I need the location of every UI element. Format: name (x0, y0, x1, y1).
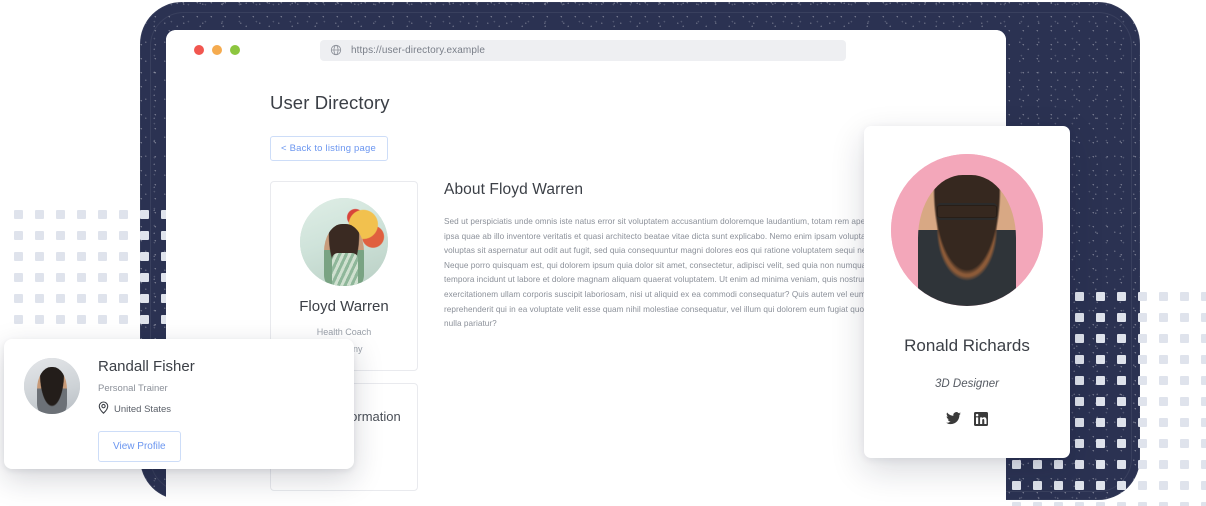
profile-role: 3D Designer (935, 378, 999, 390)
floating-profile-card-ronald[interactable]: Ronald Richards 3D Designer (864, 126, 1070, 458)
profile-name: Floyd Warren (299, 298, 389, 315)
avatar (300, 198, 388, 286)
floating-profile-card-randall[interactable]: Randall Fisher Personal Trainer United S… (4, 339, 354, 469)
view-profile-button[interactable]: View Profile (98, 431, 181, 462)
address-bar-url: https://user-directory.example (351, 44, 485, 56)
about-section: About Floyd Warren Sed ut perspiciatis u… (444, 181, 924, 491)
about-body: Sed ut perspiciatis unde omnis iste natu… (444, 217, 912, 329)
screenshot-root: https://user-directory.example User Dire… (0, 0, 1206, 506)
avatar (891, 154, 1043, 306)
minimize-window-button[interactable] (212, 45, 222, 55)
avatar (24, 358, 80, 414)
map-pin-icon (98, 401, 109, 417)
twitter-icon[interactable] (946, 412, 961, 426)
globe-icon (330, 44, 342, 56)
back-to-listing-button[interactable]: < Back to listing page (270, 136, 388, 161)
profile-location-label: United States (114, 403, 172, 415)
about-heading: About Floyd Warren (444, 181, 584, 198)
browser-toolbar: https://user-directory.example (166, 30, 1006, 70)
close-window-button[interactable] (194, 45, 204, 55)
profile-location: United States (98, 401, 195, 417)
profile-role: Health Coach (316, 327, 372, 337)
profile-name: Ronald Richards (904, 336, 1030, 355)
profile-name: Randall Fisher (98, 358, 195, 375)
profile-role: Personal Trainer (98, 383, 168, 394)
address-bar[interactable]: https://user-directory.example (320, 39, 846, 61)
page-title: User Directory (270, 92, 390, 113)
social-links (884, 412, 1050, 426)
window-controls[interactable] (194, 45, 240, 55)
maximize-window-button[interactable] (230, 45, 240, 55)
floating-card-body: Randall Fisher Personal Trainer United S… (98, 358, 195, 462)
linkedin-icon[interactable] (974, 412, 988, 426)
